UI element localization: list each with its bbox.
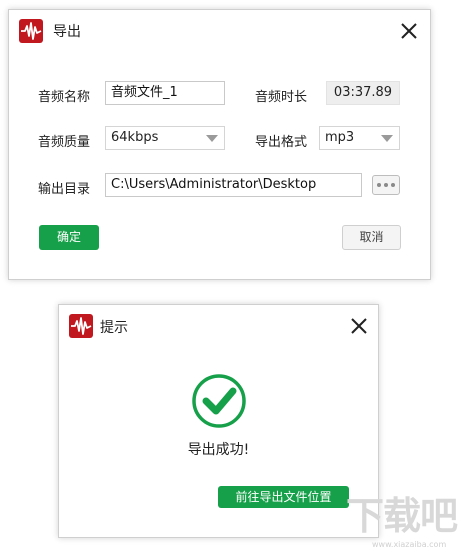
ellipsis-icon xyxy=(377,183,381,187)
tip-dialog: 提示 导出成功! 前往导出文件位置 xyxy=(58,304,379,538)
output-dir-label: 输出目录 xyxy=(38,182,91,197)
close-button[interactable] xyxy=(348,315,370,337)
export-format-label: 导出格式 xyxy=(255,135,308,150)
audio-quality-select[interactable]: 64kbps xyxy=(105,126,225,150)
export-format-value: mp3 xyxy=(325,130,355,145)
chevron-down-icon xyxy=(381,135,393,142)
dialog-title: 提示 xyxy=(100,320,128,336)
audio-name-label: 音频名称 xyxy=(38,90,91,105)
audio-name-input[interactable]: 音频文件_1 xyxy=(105,81,225,105)
output-dir-input[interactable]: C:\Users\Administrator\Desktop xyxy=(105,173,362,197)
close-icon xyxy=(401,23,417,39)
cancel-button[interactable]: 取消 xyxy=(342,225,401,250)
close-icon xyxy=(351,318,367,334)
open-file-location-button[interactable]: 前往导出文件位置 xyxy=(218,486,349,508)
export-dialog: 导出 音频名称 音频文件_1 音频时长 03:37.89 音频质量 64kbps… xyxy=(8,9,431,280)
audio-duration-value: 03:37.89 xyxy=(326,81,400,105)
ellipsis-icon xyxy=(391,183,395,187)
check-circle-icon xyxy=(191,373,247,429)
waveform-icon xyxy=(69,314,93,338)
confirm-button[interactable]: 确定 xyxy=(39,225,99,250)
watermark-url: www.xiazaiba.com xyxy=(372,540,447,549)
audio-quality-value: 64kbps xyxy=(111,130,159,145)
export-format-select[interactable]: mp3 xyxy=(319,126,400,150)
close-button[interactable] xyxy=(398,20,420,42)
browse-button[interactable] xyxy=(372,175,400,195)
audio-duration-label: 音频时长 xyxy=(255,90,308,105)
success-message: 导出成功! xyxy=(187,442,250,458)
dialog-title: 导出 xyxy=(53,24,81,40)
audio-quality-label: 音频质量 xyxy=(38,135,91,150)
waveform-icon xyxy=(19,19,43,43)
ellipsis-icon xyxy=(384,183,388,187)
chevron-down-icon xyxy=(206,135,218,142)
